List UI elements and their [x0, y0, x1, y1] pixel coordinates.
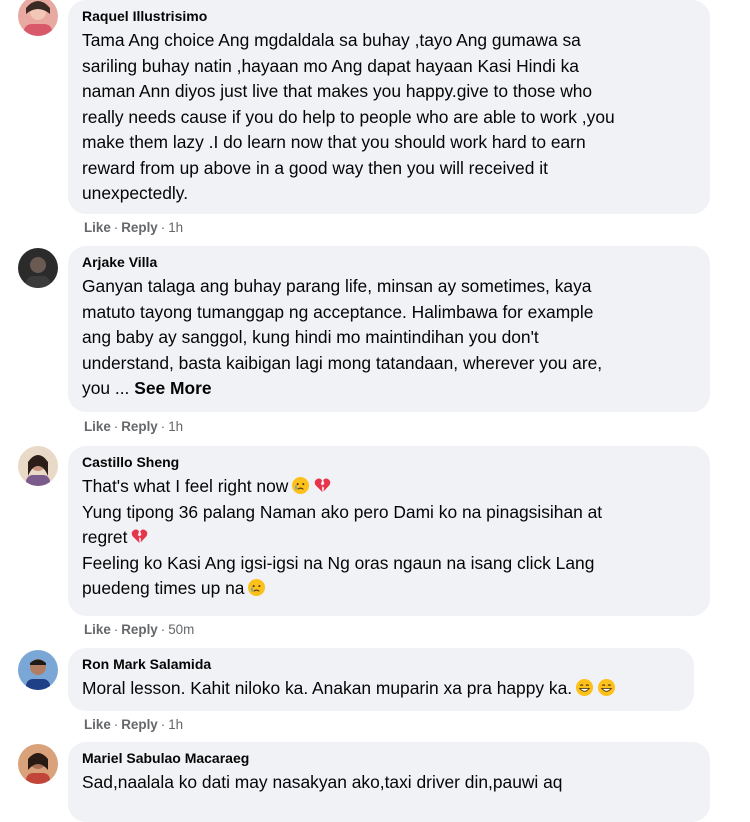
comment-text: Ganyan talaga ang buhay parang life, min… [82, 276, 603, 398]
comment-actions: Like · Reply · 1h [84, 220, 184, 235]
comment-author[interactable]: Mariel Sabulao Macaraeg [82, 749, 696, 767]
avatar[interactable] [18, 0, 58, 36]
comment-actions: Like · Reply · 1h [84, 419, 184, 434]
comment-time[interactable]: 50m [168, 622, 194, 637]
reply-button[interactable]: Reply [121, 419, 157, 434]
see-more-link[interactable]: See More [134, 378, 211, 398]
reply-button[interactable]: Reply [121, 220, 157, 235]
comment-actions: Like · Reply · 1h [84, 717, 184, 732]
grinning-face-emoji [597, 678, 616, 697]
comment-bubble: Arjake Villa Ganyan talaga ang buhay par… [68, 246, 710, 412]
comment-time[interactable]: 1h [168, 220, 183, 235]
comment-time[interactable]: 1h [168, 419, 183, 434]
comment-bubble: Ron Mark Salamida Moral lesson. Kahit ni… [68, 648, 694, 711]
avatar[interactable] [18, 248, 58, 288]
avatar[interactable] [18, 650, 58, 690]
broken-heart-emoji [130, 527, 149, 546]
comment-author[interactable]: Castillo Sheng [82, 453, 696, 471]
comment-bubble: Castillo Sheng That's what I feel right … [68, 446, 710, 616]
reply-button[interactable]: Reply [121, 622, 157, 637]
comment-text: Tama Ang choice Ang mgdaldala sa buhay ,… [82, 30, 615, 203]
comment-text: That's what I feel right now Yung tipong… [82, 476, 603, 598]
comment-author[interactable]: Ron Mark Salamida [82, 655, 680, 673]
comment-bubble: Raquel Illustrisimo Tama Ang choice Ang … [68, 0, 710, 214]
comment-text: Moral lesson. Kahit niloko ka. Anakan mu… [82, 676, 680, 702]
like-button[interactable]: Like [84, 220, 111, 235]
comment-author[interactable]: Raquel Illustrisimo [82, 7, 696, 25]
comment-author[interactable]: Arjake Villa [82, 253, 696, 271]
like-button[interactable]: Like [84, 419, 111, 434]
comment-bubble: Mariel Sabulao Macaraeg Sad,naalala ko d… [68, 742, 710, 822]
crying-face-emoji [247, 578, 266, 597]
avatar[interactable] [18, 446, 58, 486]
comment-time[interactable]: 1h [168, 717, 183, 732]
reply-button[interactable]: Reply [121, 717, 157, 732]
like-button[interactable]: Like [84, 717, 111, 732]
comment-text: Sad,naalala ko dati may nasakyan ako,tax… [82, 772, 563, 792]
grinning-face-emoji [575, 678, 594, 697]
avatar[interactable] [18, 744, 58, 784]
crying-face-emoji [291, 476, 310, 495]
comment-actions: Like · Reply · 50m [84, 622, 195, 637]
broken-heart-emoji [313, 476, 332, 495]
like-button[interactable]: Like [84, 622, 111, 637]
